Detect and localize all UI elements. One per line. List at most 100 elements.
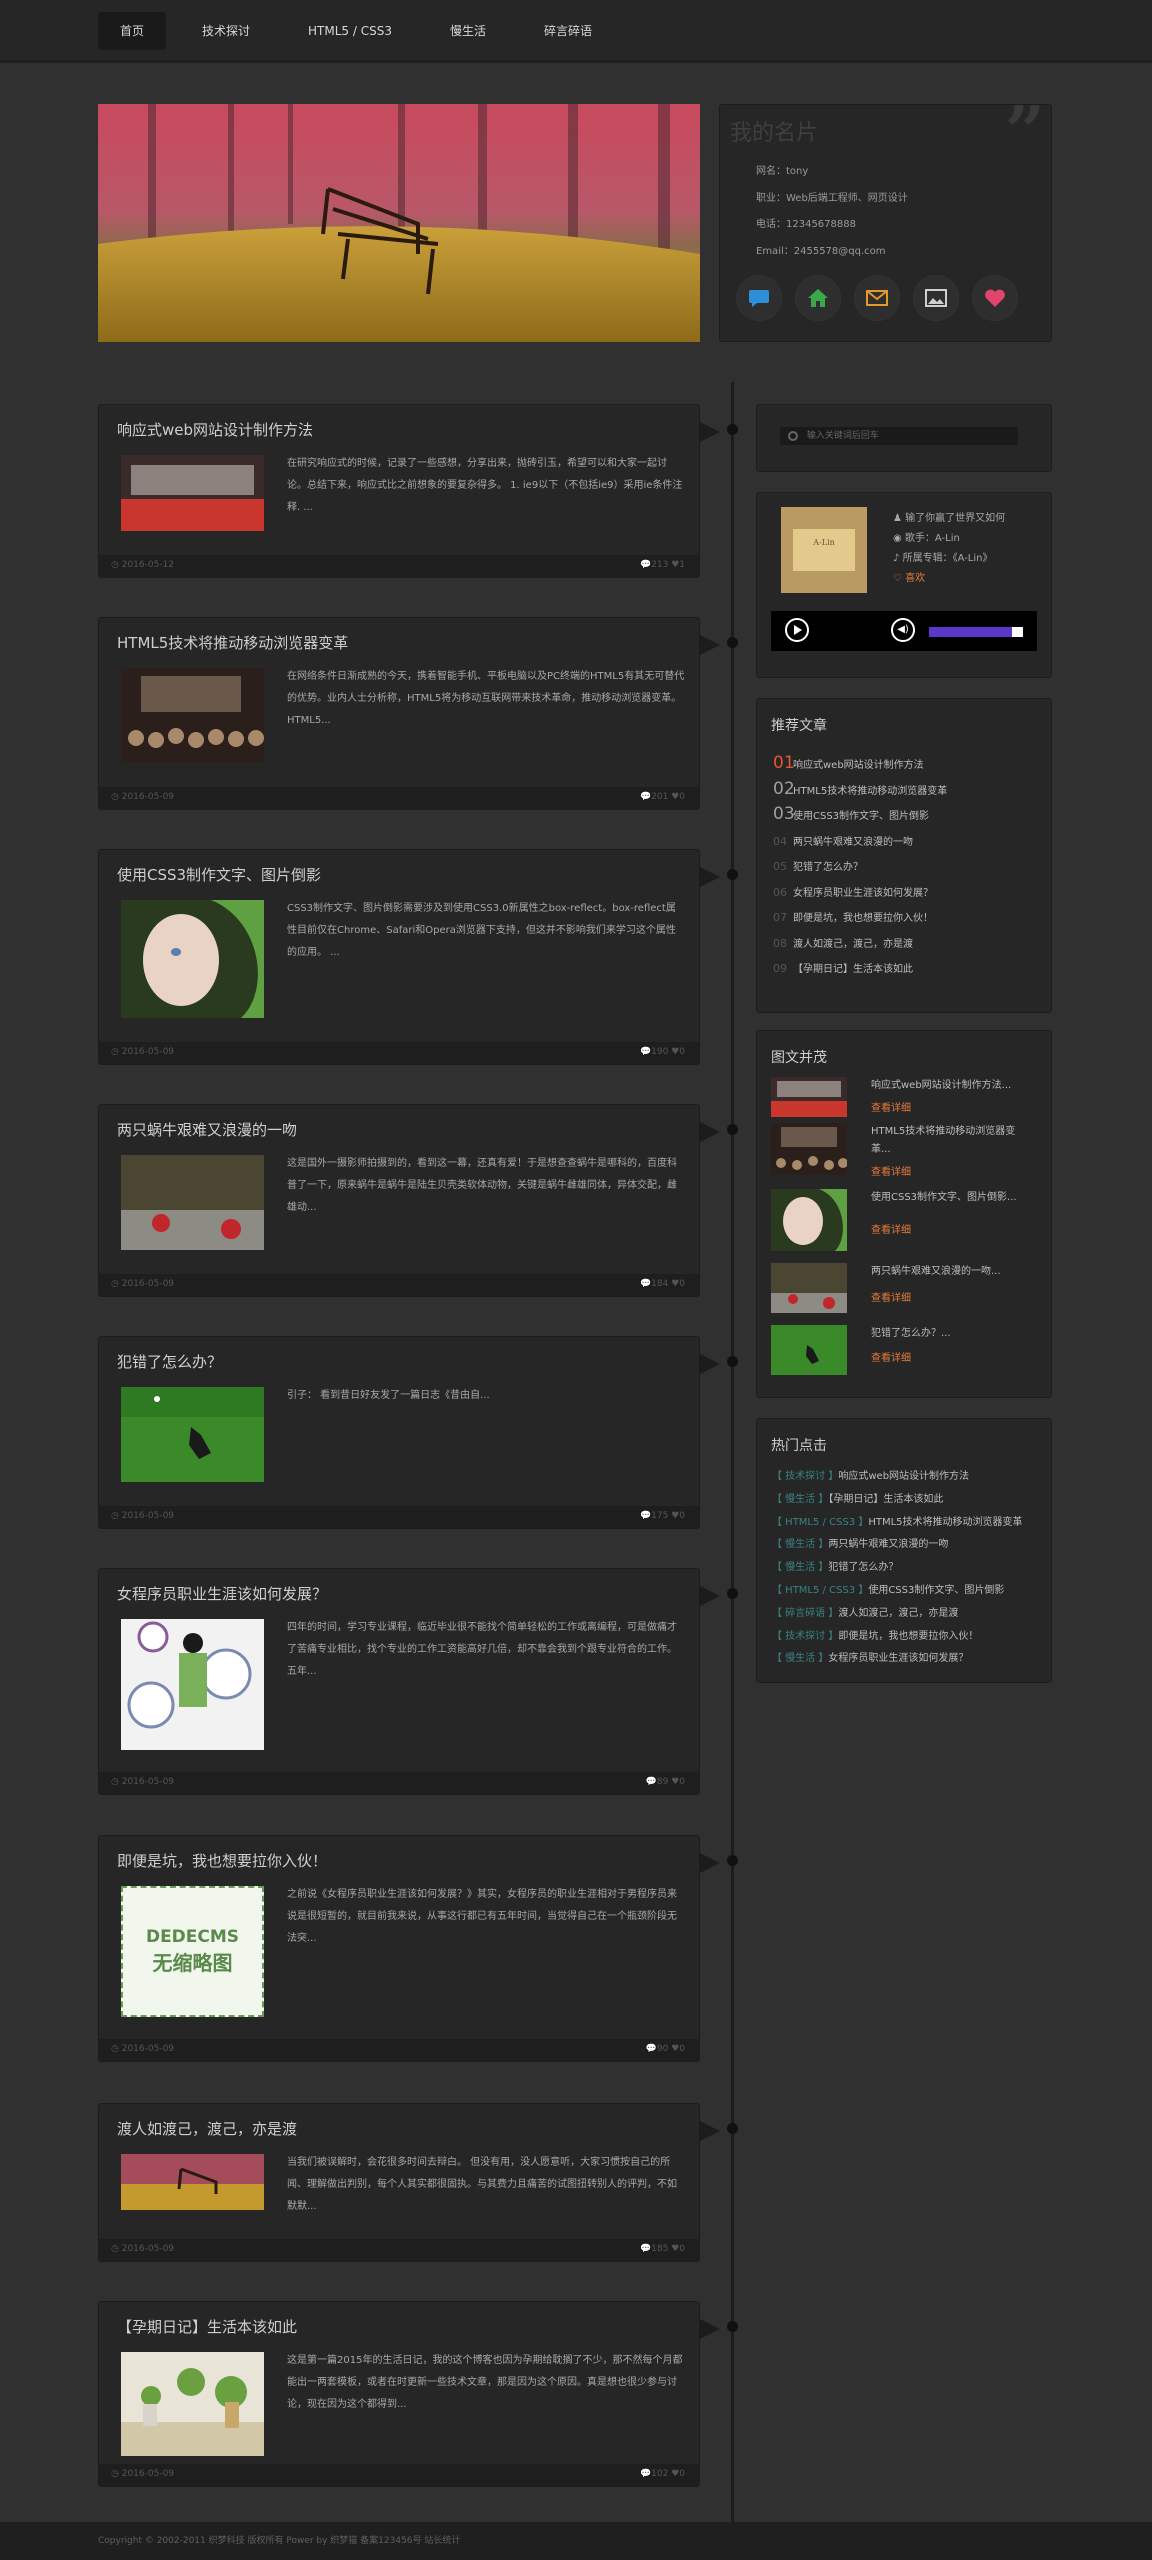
recommend-item[interactable]: 07 即便是坑，我也想要拉你入伙！ bbox=[773, 906, 1043, 925]
hot-item-title[interactable]: 女程序员职业生涯该如何发展？ bbox=[828, 1653, 968, 1664]
hot-item-category[interactable]: 【 慢生活 】 bbox=[772, 1562, 828, 1573]
nav-item-html5[interactable]: HTML5 / CSS3 bbox=[286, 12, 414, 50]
recommend-item[interactable]: 02HTML5技术将推动移动浏览器变革 bbox=[773, 779, 1043, 799]
post-title[interactable]: 响应式web网站设计制作方法 bbox=[117, 419, 313, 440]
view-detail-link[interactable]: 查看详细 bbox=[871, 1349, 911, 1364]
picture-article-thumbnail[interactable] bbox=[771, 1123, 847, 1175]
post-title[interactable]: 犯错了怎么办？ bbox=[117, 1351, 222, 1372]
view-detail-link[interactable]: 查看详细 bbox=[871, 1163, 911, 1178]
play-button[interactable] bbox=[785, 618, 809, 642]
hot-item-title[interactable]: 犯错了怎么办？ bbox=[828, 1562, 898, 1573]
hot-item-title[interactable]: HTML5技术将推动移动浏览器变革 bbox=[868, 1517, 1022, 1528]
timeline-dot bbox=[727, 1588, 738, 1599]
home-icon[interactable] bbox=[795, 275, 841, 321]
search-input[interactable]: 输入关键词后回车 bbox=[780, 427, 1018, 445]
hot-item-title[interactable]: 两只蜗牛艰难又浪漫的一吻 bbox=[828, 1539, 948, 1550]
recommend-item[interactable]: 08 渡人如渡己，渡己，亦是渡 bbox=[773, 932, 1043, 951]
recommend-item[interactable]: 01响应式web网站设计制作方法 bbox=[773, 753, 1043, 773]
hot-item[interactable]: 【 慢生活 】女程序员职业生涯该如何发展？ bbox=[772, 1649, 968, 1664]
picture-article-item[interactable]: 使用CSS3制作文字、图片倒影... 查看详细 bbox=[771, 1189, 1033, 1251]
post-thumbnail[interactable] bbox=[121, 455, 264, 531]
picture-article-title[interactable]: 响应式web网站设计制作方法... bbox=[871, 1077, 1031, 1095]
hot-item[interactable]: 【 技术探讨 】响应式web网站设计制作方法 bbox=[772, 1467, 969, 1482]
picture-article-thumbnail[interactable] bbox=[771, 1325, 847, 1375]
post-title[interactable]: 两只蜗牛艰难又浪漫的一吻 bbox=[117, 1119, 297, 1140]
post-thumbnail[interactable] bbox=[121, 2352, 264, 2456]
nav-item-tech[interactable]: 技术探讨 bbox=[180, 12, 272, 50]
hot-item[interactable]: 【 慢生活 】【孕期日记】生活本该如此 bbox=[772, 1490, 943, 1505]
hot-item-category[interactable]: 【 慢生活 】 bbox=[772, 1539, 828, 1550]
picture-article-title[interactable]: 两只蜗牛艰难又浪漫的一吻... bbox=[871, 1263, 1031, 1281]
hot-item[interactable]: 【 HTML5 / CSS3 】使用CSS3制作文字、图片倒影 bbox=[772, 1581, 1004, 1596]
picture-article-thumbnail[interactable] bbox=[771, 1263, 847, 1313]
picture-article-title[interactable]: 使用CSS3制作文字、图片倒影... bbox=[871, 1189, 1031, 1207]
picture-article-item[interactable]: 响应式web网站设计制作方法... 查看详细 bbox=[771, 1077, 1033, 1117]
view-detail-link[interactable]: 查看详细 bbox=[871, 1221, 911, 1236]
nav-item-home[interactable]: 首页 bbox=[98, 12, 167, 50]
nav-item-musings[interactable]: 碎言碎语 bbox=[522, 12, 614, 50]
post-date: ◷ 2016-05-09 bbox=[111, 2244, 175, 2254]
picture-article-item[interactable]: 犯错了怎么办？... 查看详细 bbox=[771, 1325, 1033, 1375]
post-thumbnail[interactable] bbox=[121, 1619, 264, 1750]
recommend-item[interactable]: 04 两只蜗牛艰难又浪漫的一吻 bbox=[773, 830, 1043, 849]
picture-articles-box: 图文并茂 响应式web网站设计制作方法... 查看详细 HTML5技术将推动移动浏览… bbox=[756, 1030, 1052, 1398]
hot-item-category[interactable]: 【 HTML5 / CSS3 】 bbox=[772, 1517, 868, 1528]
hot-item[interactable]: 【 慢生活 】两只蜗牛艰难又浪漫的一吻 bbox=[772, 1535, 948, 1550]
heart-icon[interactable] bbox=[972, 275, 1018, 321]
post-thumbnail[interactable] bbox=[121, 900, 264, 1018]
picture-icon[interactable] bbox=[913, 275, 959, 321]
hot-item-title[interactable]: 响应式web网站设计制作方法 bbox=[838, 1471, 969, 1482]
recommend-item[interactable]: 09 【孕期日记】生活本该如此 bbox=[773, 957, 1043, 976]
hot-item-category[interactable]: 【 碎言碎语 】 bbox=[772, 1608, 838, 1619]
post-title[interactable]: 【孕期日记】生活本该如此 bbox=[117, 2316, 297, 2337]
timeline-dot bbox=[727, 869, 738, 880]
post-thumbnail[interactable] bbox=[121, 1387, 264, 1482]
post-thumbnail[interactable] bbox=[121, 2154, 264, 2210]
recommend-item[interactable]: 06 女程序员职业生涯该如何发展？ bbox=[773, 881, 1043, 900]
post-thumbnail[interactable]: DEDECMS 无缩略图 bbox=[121, 1886, 264, 2017]
post-date: ◷ 2016-05-09 bbox=[111, 2044, 175, 2054]
hot-item-title[interactable]: 【孕期日记】生活本该如此 bbox=[828, 1494, 943, 1505]
recommend-item[interactable]: 03使用CSS3制作文字、图片倒影 bbox=[773, 804, 1043, 824]
post-title[interactable]: 使用CSS3制作文字、图片倒影 bbox=[117, 864, 321, 885]
hot-item-title[interactable]: 使用CSS3制作文字、图片倒影 bbox=[868, 1585, 1004, 1596]
volume-slider[interactable] bbox=[929, 627, 1023, 637]
picture-article-thumbnail[interactable] bbox=[771, 1189, 847, 1251]
hot-item-title[interactable]: 即便是坑，我也想要拉你入伙！ bbox=[838, 1631, 978, 1642]
mail-icon[interactable] bbox=[854, 275, 900, 321]
hot-item[interactable]: 【 慢生活 】犯错了怎么办？ bbox=[772, 1558, 898, 1573]
hot-item-category[interactable]: 【 技术探讨 】 bbox=[772, 1471, 838, 1482]
view-detail-link[interactable]: 查看详细 bbox=[871, 1099, 911, 1114]
post-thumbnail[interactable] bbox=[121, 668, 264, 763]
hot-item[interactable]: 【 HTML5 / CSS3 】HTML5技术将推动移动浏览器变革 bbox=[772, 1513, 1023, 1528]
nav-item-slow-life[interactable]: 慢生活 bbox=[428, 12, 508, 50]
picture-article-title[interactable]: HTML5技术将推动移动浏览器变革... bbox=[871, 1123, 1031, 1159]
hot-item[interactable]: 【 碎言碎语 】渡人如渡己，渡己，亦是渡 bbox=[772, 1604, 958, 1619]
hot-item-category[interactable]: 【 慢生活 】 bbox=[772, 1494, 828, 1505]
picture-article-item[interactable]: 两只蜗牛艰难又浪漫的一吻... 查看详细 bbox=[771, 1263, 1033, 1313]
post-meta: ◷ 2016-05-09 💬185 ♥0 bbox=[99, 2239, 699, 2261]
hot-item-category[interactable]: 【 技术探讨 】 bbox=[772, 1631, 838, 1642]
post-title[interactable]: HTML5技术将推动移动浏览器变革 bbox=[117, 632, 348, 653]
picture-article-item[interactable]: HTML5技术将推动移动浏览器变革... 查看详细 bbox=[771, 1123, 1033, 1178]
svg-text:A-Lin: A-Lin bbox=[812, 538, 835, 547]
hot-item-category[interactable]: 【 慢生活 】 bbox=[772, 1653, 828, 1664]
timeline-dot bbox=[727, 424, 738, 435]
view-detail-link[interactable]: 查看详细 bbox=[871, 1289, 911, 1304]
post-thumbnail[interactable] bbox=[121, 1155, 264, 1250]
picture-articles-title: 图文并茂 bbox=[771, 1050, 827, 1066]
post-meta: ◷ 2016-05-09 💬184 ♥0 bbox=[99, 1274, 699, 1296]
volume-button[interactable]: ◀) bbox=[891, 618, 915, 642]
recommend-item[interactable]: 05 犯错了怎么办？ bbox=[773, 855, 1043, 874]
hot-item[interactable]: 【 技术探讨 】即便是坑，我也想要拉你入伙！ bbox=[772, 1627, 978, 1642]
post-title[interactable]: 渡人如渡己，渡己，亦是渡 bbox=[117, 2118, 297, 2139]
post-title[interactable]: 女程序员职业生涯该如何发展？ bbox=[117, 1583, 327, 1604]
post-meta: ◷ 2016-05-09 💬201 ♥0 bbox=[99, 787, 699, 809]
picture-article-thumbnail[interactable] bbox=[771, 1077, 847, 1117]
hot-item-category[interactable]: 【 HTML5 / CSS3 】 bbox=[772, 1585, 868, 1596]
chat-icon[interactable] bbox=[736, 275, 782, 321]
hot-item-title[interactable]: 渡人如渡己，渡己，亦是渡 bbox=[838, 1608, 958, 1619]
picture-article-title[interactable]: 犯错了怎么办？... bbox=[871, 1325, 1031, 1343]
like-label[interactable]: 喜欢 bbox=[905, 573, 925, 584]
post-title[interactable]: 即便是坑，我也想要拉你入伙！ bbox=[117, 1850, 327, 1871]
